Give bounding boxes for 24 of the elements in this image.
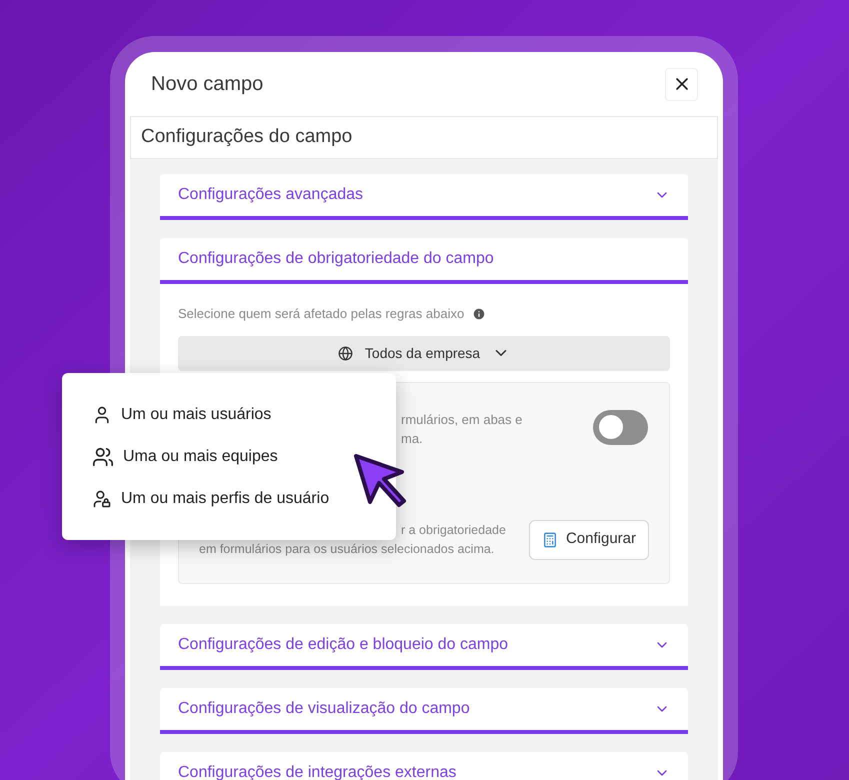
people-icon bbox=[92, 446, 114, 468]
globe-icon bbox=[338, 346, 353, 360]
rule-text: em formulários para os usuários selecionados acima. bbox=[199, 540, 496, 558]
accordion-header[interactable]: Configurações avançadas bbox=[160, 174, 688, 220]
dialog-title: Novo campo bbox=[151, 72, 264, 97]
person-lock-icon bbox=[92, 488, 112, 508]
menu-item[interactable]: Uma ou mais equipes bbox=[92, 442, 396, 472]
accordion-header[interactable]: Configurações de visualização do campo bbox=[160, 688, 688, 734]
configure-button[interactable]: Configurar bbox=[528, 520, 649, 560]
accordion-header[interactable]: Configurações de integrações externas bbox=[160, 752, 688, 780]
menu-item[interactable]: Um ou mais perfis de usuário bbox=[92, 484, 396, 514]
close-button[interactable] bbox=[665, 68, 698, 100]
rule-text: r a obrigatoriedade bbox=[401, 522, 506, 539]
hint-text: Selecione quem será afetado pelas regras abaixo bbox=[178, 305, 464, 323]
rule-text: ma. bbox=[401, 430, 424, 448]
rule-text: rmulários, em abas e bbox=[401, 410, 522, 428]
accordion-header[interactable]: Configurações de edição e bloqueio do campo bbox=[160, 624, 688, 670]
section-header: Configurações do campo bbox=[130, 116, 718, 159]
calculator-icon bbox=[542, 532, 558, 548]
cursor-icon bbox=[352, 452, 408, 508]
scope-dropdown[interactable]: Todos da empresa bbox=[178, 336, 670, 370]
menu-item[interactable]: Um ou mais usuários bbox=[92, 400, 396, 430]
toggle-switch[interactable] bbox=[593, 410, 648, 444]
info-icon bbox=[472, 306, 486, 321]
